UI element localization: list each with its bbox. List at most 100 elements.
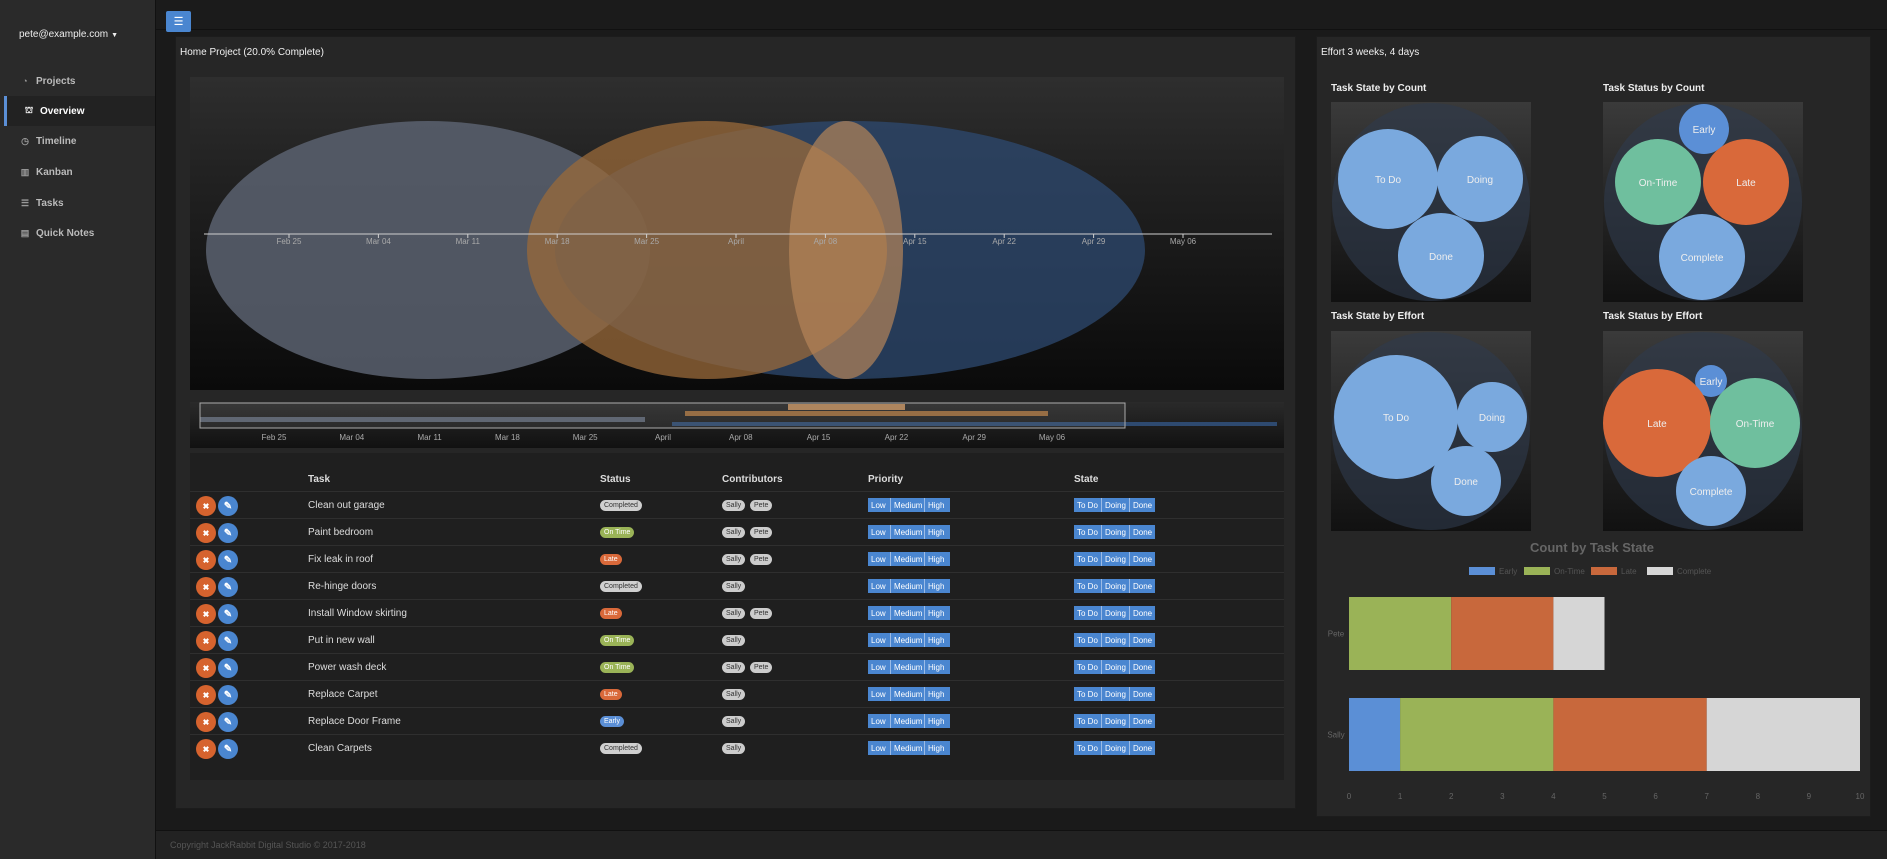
edit-task-button[interactable]: ✎: [218, 604, 238, 624]
priority-high-button[interactable]: High: [924, 606, 950, 620]
delete-task-button[interactable]: ✖: [196, 712, 216, 732]
priority-medium-button[interactable]: Medium: [890, 660, 924, 674]
state-to-do-button[interactable]: To Do: [1074, 552, 1101, 566]
priority-high-button[interactable]: High: [924, 633, 950, 647]
state-doing-button[interactable]: Doing: [1101, 606, 1129, 620]
delete-task-button[interactable]: ✖: [196, 658, 216, 678]
bar-segment[interactable]: [1349, 698, 1401, 771]
priority-low-button[interactable]: Low: [868, 525, 890, 539]
state-doing-button[interactable]: Doing: [1101, 579, 1129, 593]
task-bubble[interactable]: [789, 121, 903, 379]
timeline-navigator[interactable]: Feb 25 Mar 04 Mar 11 Mar 18 Mar 25 April Apr 0…: [190, 402, 1284, 448]
delete-task-button[interactable]: ✖: [196, 577, 216, 597]
state-doing-button[interactable]: Doing: [1101, 660, 1129, 674]
priority-high-button[interactable]: High: [924, 525, 950, 539]
priority-medium-button[interactable]: Medium: [890, 498, 924, 512]
delete-task-button[interactable]: ✖: [196, 523, 216, 543]
nav-item-kanban[interactable]: ▥ Kanban: [4, 157, 155, 187]
priority-medium-button[interactable]: Medium: [890, 525, 924, 539]
timeline-chart[interactable]: Feb 25 Mar 04 Mar 11 Mar 18 Mar 25 April Apr 0…: [190, 77, 1284, 390]
priority-medium-button[interactable]: Medium: [890, 741, 924, 755]
state-doing-button[interactable]: Doing: [1101, 552, 1129, 566]
state-done-button[interactable]: Done: [1129, 606, 1155, 620]
priority-medium-button[interactable]: Medium: [890, 579, 924, 593]
priority-low-button[interactable]: Low: [868, 498, 890, 512]
priority-medium-button[interactable]: Medium: [890, 552, 924, 566]
state-to-do-button[interactable]: To Do: [1074, 579, 1101, 593]
state-to-do-button[interactable]: To Do: [1074, 606, 1101, 620]
bar-segment[interactable]: [1706, 698, 1860, 771]
state-doing-button[interactable]: Doing: [1101, 525, 1129, 539]
bar-segment[interactable]: [1553, 597, 1605, 670]
delete-task-button[interactable]: ✖: [196, 550, 216, 570]
priority-low-button[interactable]: Low: [868, 741, 890, 755]
edit-task-button[interactable]: ✎: [218, 712, 238, 732]
edit-task-button[interactable]: ✎: [218, 658, 238, 678]
edit-task-button[interactable]: ✎: [218, 739, 238, 759]
nav-item-timeline[interactable]: ◷ Timeline: [4, 126, 155, 156]
state-done-button[interactable]: Done: [1129, 525, 1155, 539]
state-done-button[interactable]: Done: [1129, 741, 1155, 755]
user-menu[interactable]: pete@example.com ▼: [19, 29, 118, 40]
priority-high-button[interactable]: High: [924, 498, 950, 512]
state-doing-button[interactable]: Doing: [1101, 714, 1129, 728]
state-to-do-button[interactable]: To Do: [1074, 687, 1101, 701]
state-doing-button[interactable]: Doing: [1101, 741, 1129, 755]
priority-high-button[interactable]: High: [924, 714, 950, 728]
priority-low-button[interactable]: Low: [868, 714, 890, 728]
priority-low-button[interactable]: Low: [868, 687, 890, 701]
nav-item-projects[interactable]: ◔ Projects: [4, 66, 155, 96]
bar-segment[interactable]: [1451, 597, 1554, 670]
priority-low-button[interactable]: Low: [868, 552, 890, 566]
state-to-do-button[interactable]: To Do: [1074, 525, 1101, 539]
state-doing-button[interactable]: Doing: [1101, 687, 1129, 701]
state-done-button[interactable]: Done: [1129, 660, 1155, 674]
state-doing-button[interactable]: Doing: [1101, 633, 1129, 647]
priority-high-button[interactable]: High: [924, 552, 950, 566]
state-done-button[interactable]: Done: [1129, 552, 1155, 566]
priority-low-button[interactable]: Low: [868, 633, 890, 647]
priority-medium-button[interactable]: Medium: [890, 714, 924, 728]
state-to-do-button[interactable]: To Do: [1074, 714, 1101, 728]
nav-item-tasks[interactable]: ☰ Tasks: [4, 188, 155, 218]
priority-high-button[interactable]: High: [924, 660, 950, 674]
priority-medium-button[interactable]: Medium: [890, 606, 924, 620]
nav-item-overview[interactable]: ⛫ Overview: [4, 96, 155, 126]
state-done-button[interactable]: Done: [1129, 687, 1155, 701]
priority-high-button[interactable]: High: [924, 741, 950, 755]
nav-selection[interactable]: [199, 402, 1126, 429]
state-to-do-button[interactable]: To Do: [1074, 498, 1101, 512]
delete-task-button[interactable]: ✖: [196, 496, 216, 516]
state-to-do-button[interactable]: To Do: [1074, 741, 1101, 755]
state-to-do-button[interactable]: To Do: [1074, 660, 1101, 674]
edit-task-button[interactable]: ✎: [218, 577, 238, 597]
delete-task-button[interactable]: ✖: [196, 685, 216, 705]
bar-segment[interactable]: [1349, 597, 1452, 670]
edit-task-button[interactable]: ✎: [218, 631, 238, 651]
state-to-do-button[interactable]: To Do: [1074, 633, 1101, 647]
contributor-badge: Sally: [722, 581, 746, 592]
edit-task-button[interactable]: ✎: [218, 550, 238, 570]
state-doing-button[interactable]: Doing: [1101, 498, 1129, 512]
priority-low-button[interactable]: Low: [868, 579, 890, 593]
delete-task-button[interactable]: ✖: [196, 739, 216, 759]
priority-medium-button[interactable]: Medium: [890, 633, 924, 647]
menu-toggle-button[interactable]: ☰: [166, 11, 191, 32]
state-done-button[interactable]: Done: [1129, 579, 1155, 593]
bar-segment[interactable]: [1553, 698, 1707, 771]
priority-medium-button[interactable]: Medium: [890, 687, 924, 701]
state-done-button[interactable]: Done: [1129, 633, 1155, 647]
priority-low-button[interactable]: Low: [868, 606, 890, 620]
priority-high-button[interactable]: High: [924, 579, 950, 593]
edit-task-button[interactable]: ✎: [218, 496, 238, 516]
state-done-button[interactable]: Done: [1129, 714, 1155, 728]
edit-task-button[interactable]: ✎: [218, 685, 238, 705]
edit-task-button[interactable]: ✎: [218, 523, 238, 543]
nav-item-quick-notes[interactable]: ▤ Quick Notes: [4, 218, 155, 248]
delete-task-button[interactable]: ✖: [196, 631, 216, 651]
priority-high-button[interactable]: High: [924, 687, 950, 701]
priority-low-button[interactable]: Low: [868, 660, 890, 674]
delete-task-button[interactable]: ✖: [196, 604, 216, 624]
state-done-button[interactable]: Done: [1129, 498, 1155, 512]
bar-segment[interactable]: [1400, 698, 1554, 771]
